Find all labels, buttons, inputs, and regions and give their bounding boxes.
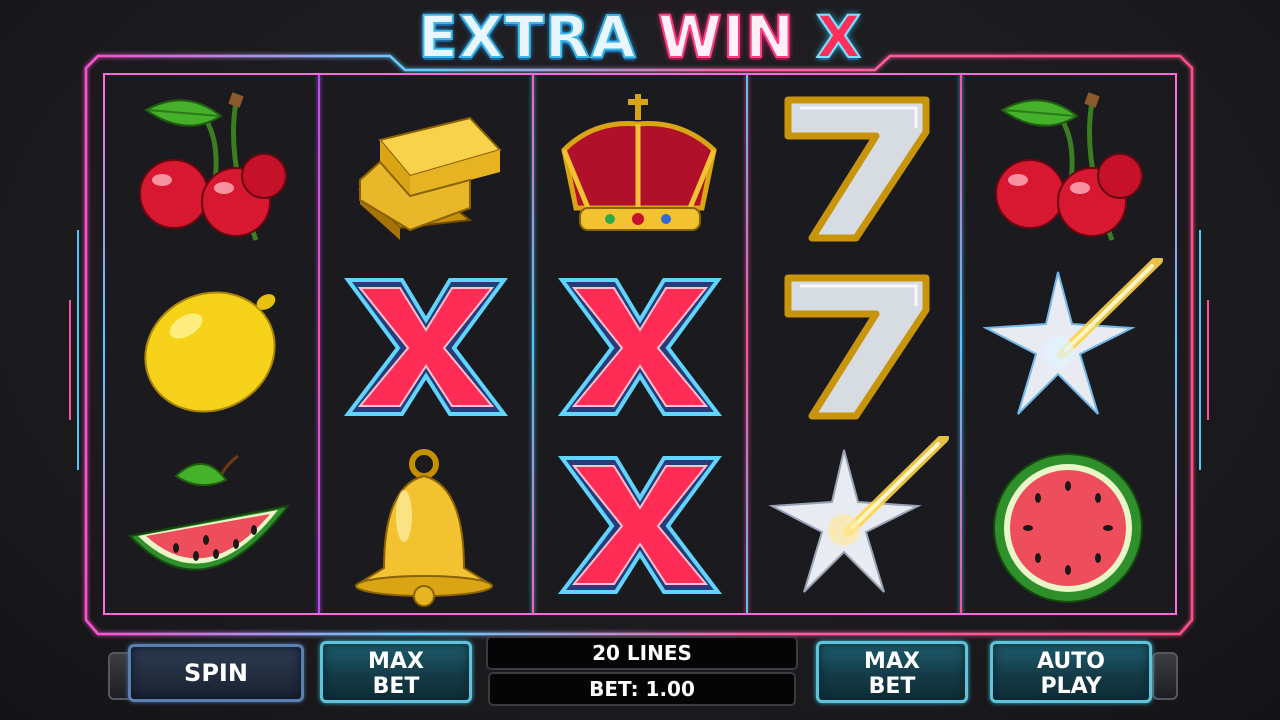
lines-display: 20 LINES xyxy=(486,636,798,670)
reel-2-row-2-symbol xyxy=(320,258,532,436)
right-side-cap xyxy=(1152,652,1178,700)
reel-3-row-1-symbol xyxy=(534,80,746,258)
reel-4-row-3-symbol xyxy=(748,433,960,614)
gold-bars-icon xyxy=(357,116,502,240)
auto-play-line2: PLAY xyxy=(1040,674,1102,699)
slot-game-screen: EXTRA WIN X SPIN MAX BET 20 LINES BET: 1… xyxy=(0,0,1280,720)
max-bet-right-line2: BET xyxy=(868,674,916,699)
max-bet-left-line2: BET xyxy=(372,674,420,699)
lines-label: 20 LINES xyxy=(592,641,692,665)
x-symbol-icon xyxy=(557,456,723,594)
bell-icon xyxy=(354,449,494,607)
max-bet-button-left[interactable]: MAX BET xyxy=(320,641,472,703)
star-burst-icon xyxy=(982,255,1163,415)
max-bet-right-line1: MAX xyxy=(864,649,920,674)
star-burst-icon xyxy=(768,433,949,593)
reel-5-row-3-symbol xyxy=(962,436,1174,614)
seven-icon xyxy=(784,274,930,420)
reel-3-row-3-symbol xyxy=(534,436,746,614)
reel-5-row-1-symbol xyxy=(962,80,1174,258)
max-bet-left-line1: MAX xyxy=(368,649,424,674)
reel-3-row-2-symbol xyxy=(534,258,746,436)
reel-1-row-3-symbol xyxy=(106,436,318,614)
reel-1-row-1-symbol xyxy=(106,80,318,258)
lemon-icon xyxy=(144,291,276,413)
spin-button[interactable]: SPIN xyxy=(128,644,304,702)
bet-label: BET: 1.00 xyxy=(589,677,695,701)
watermelon-icon xyxy=(993,453,1143,603)
reel-1-row-2-symbol xyxy=(106,258,318,436)
reel-2-row-3-symbol xyxy=(320,436,532,614)
watermelon-slice-icon xyxy=(128,454,291,571)
bet-display: BET: 1.00 xyxy=(488,672,796,706)
reel-2-row-1-symbol xyxy=(320,80,532,258)
spin-button-label: SPIN xyxy=(184,659,248,687)
crown-icon xyxy=(561,94,717,231)
seven-icon xyxy=(784,96,930,242)
cherry-icon xyxy=(139,92,287,241)
cherry-icon xyxy=(995,92,1143,241)
reel-5-row-2-symbol xyxy=(962,255,1174,436)
auto-play-line1: AUTO xyxy=(1037,649,1105,674)
x-symbol-icon xyxy=(557,278,723,416)
reel-4-row-1-symbol xyxy=(748,80,960,258)
max-bet-button-right[interactable]: MAX BET xyxy=(816,641,968,703)
x-symbol-icon xyxy=(343,278,509,416)
auto-play-button[interactable]: AUTO PLAY xyxy=(990,641,1152,703)
reel-4-row-2-symbol xyxy=(748,258,960,436)
